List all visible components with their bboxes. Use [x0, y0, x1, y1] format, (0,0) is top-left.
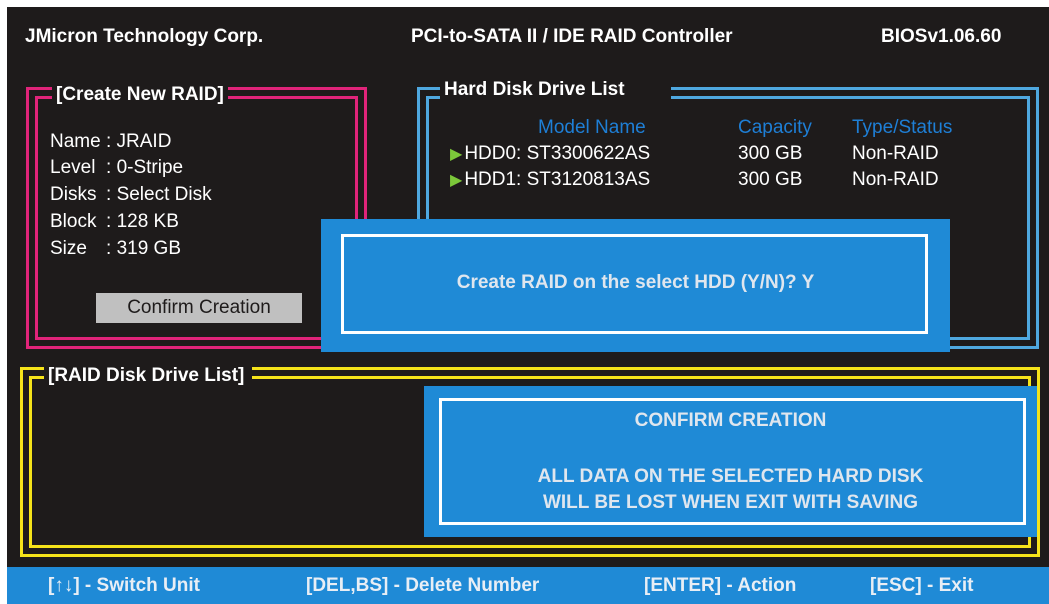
field-name-label: Name — [50, 131, 101, 152]
vendor-name: JMicron Technology Corp. — [25, 26, 264, 47]
action-hint: [ENTER] - Action — [644, 575, 797, 596]
header-bar: JMicron Technology Corp. PCI-to-SATA II … — [0, 26, 1042, 56]
hdd-list-title: Hard Disk Drive List — [440, 79, 671, 101]
hdd-row-0-model: HDD0: ST3300622AS — [464, 143, 651, 164]
hdd-row-1-capacity: 300 GB — [738, 169, 803, 190]
field-name[interactable]: Name : JRAID — [50, 131, 171, 153]
field-size-label: Size — [50, 238, 87, 259]
hdd-row-1-model: HDD1: ST3120813AS — [464, 169, 651, 190]
field-level[interactable]: Level: 0-Stripe — [50, 157, 183, 179]
right-triangle-icon: ▶ — [450, 172, 463, 189]
column-model-name: Model Name — [538, 117, 646, 138]
hdd-row-0-capacity: 300 GB — [738, 143, 803, 164]
switch-unit-hint: [↑↓] - Switch Unit — [48, 575, 200, 596]
confirm-creation-title: CONFIRM CREATION — [634, 410, 827, 431]
footer-help-bar: [↑↓] - Switch Unit [DEL,BS] - Delete Num… — [7, 567, 1049, 604]
warning-line-2: WILL BE LOST WHEN EXIT WITH SAVING — [542, 492, 919, 513]
create-raid-prompt[interactable]: Create RAID on the select HDD (Y/N)? Y — [321, 272, 950, 294]
field-level-value: 0-Stripe — [116, 157, 184, 178]
field-disks-label: Disks — [50, 184, 97, 205]
hdd-row-1-status: Non-RAID — [852, 169, 939, 190]
exit-hint: [ESC] - Exit — [870, 575, 974, 596]
field-size-value: 319 GB — [116, 238, 181, 259]
product-name: PCI-to-SATA II / IDE RAID Controller — [411, 26, 733, 47]
field-block-value: 128 KB — [116, 211, 179, 232]
create-raid-dialog[interactable]: Create RAID on the select HDD (Y/N)? Y — [321, 219, 950, 352]
bios-version: BIOSv1.06.60 — [881, 26, 1002, 47]
field-disks-value: Select Disk — [116, 184, 212, 205]
raid-list-title: [RAID Disk Drive List] — [44, 365, 253, 387]
column-capacity: Capacity — [738, 117, 812, 138]
right-triangle-icon: ▶ — [450, 146, 463, 163]
confirm-creation-button[interactable]: Confirm Creation — [96, 293, 302, 323]
delete-number-hint: [DEL,BS] - Delete Number — [306, 575, 540, 596]
field-block[interactable]: Block: 128 KB — [50, 211, 179, 233]
create-raid-title: [Create New RAID] — [52, 84, 228, 106]
warning-line-1: ALL DATA ON THE SELECTED HARD DISK — [537, 466, 924, 487]
field-name-value: JRAID — [116, 131, 172, 152]
field-size[interactable]: Size: 319 GB — [50, 238, 181, 260]
field-level-label: Level — [50, 157, 96, 178]
column-type-status: Type/Status — [852, 117, 953, 138]
field-disks[interactable]: Disks: Select Disk — [50, 184, 212, 206]
field-block-label: Block — [50, 211, 97, 232]
hdd-row-0-status: Non-RAID — [852, 143, 939, 164]
hdd-row-0[interactable]: ▶ HDD0: ST3300622AS — [450, 143, 650, 165]
hdd-row-1[interactable]: ▶ HDD1: ST3120813AS — [450, 169, 650, 191]
confirm-creation-dialog: CONFIRM CREATION ALL DATA ON THE SELECTE… — [424, 386, 1037, 537]
